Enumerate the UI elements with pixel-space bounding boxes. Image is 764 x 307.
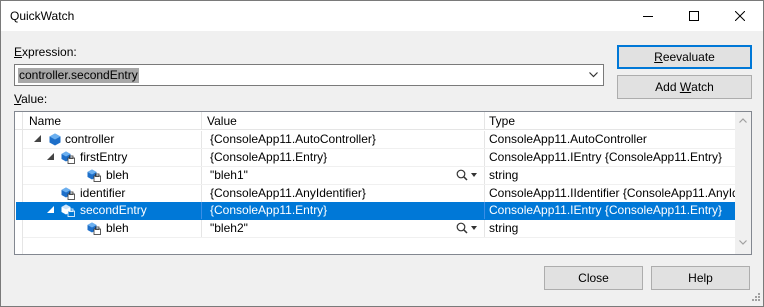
name-cell: controller [23,131,201,148]
value-cell[interactable]: "bleh2" [201,220,484,237]
column-header-type[interactable]: Type [489,112,515,130]
row-divider [23,237,735,238]
add-watch-button[interactable]: Add Watch [617,75,752,99]
private-field-icon [61,204,75,217]
row-header-strip [15,112,23,254]
scroll-down-arrow-icon[interactable] [739,240,747,245]
quickwatch-window: QuickWatch Expression: controller.second… [0,0,764,307]
expression-input[interactable]: controller.secondEntry [18,68,139,83]
expression-label: Expression: [14,45,77,59]
vertical-scrollbar[interactable] [735,112,751,254]
add-watch-accesskey: W [679,80,692,94]
watch-row-bleh-2[interactable]: bleh "bleh2" string [23,220,735,237]
value-label: Value: [14,92,47,106]
expression-label-accesskey: E [14,45,23,59]
title-bar[interactable]: QuickWatch [1,1,763,31]
column-divider[interactable] [201,112,202,130]
expression-combobox[interactable]: controller.secondEntry [14,64,604,86]
private-field-icon [61,187,75,200]
value-label-text: alue: [21,92,48,106]
value-cell[interactable]: {ConsoleApp11.AutoController} [201,131,484,148]
watch-row-secondentry[interactable]: secondEntry {ConsoleApp11.Entry} Console… [16,202,735,220]
add-watch-label-end: atch [691,80,714,94]
minimize-button[interactable] [625,1,671,31]
name-cell: identifier [23,185,201,202]
type-cell: ConsoleApp11.IEntry {ConsoleApp11.Entry} [484,202,735,219]
maximize-button[interactable] [671,1,717,31]
value-cell[interactable]: {ConsoleApp11.Entry} [201,149,484,166]
variable-name: identifier [80,186,126,200]
add-watch-label-start: Add [655,80,680,94]
chevron-down-icon[interactable] [589,72,598,78]
private-field-icon [87,222,101,235]
expand-triangle-icon[interactable] [34,135,41,142]
variable-name: controller [65,132,115,146]
type-cell: ConsoleApp11.AutoController [484,131,735,148]
variable-name: bleh [106,221,129,235]
type-cell: string [484,220,735,237]
help-button[interactable]: Help [651,266,750,290]
value-text: "bleh1" [210,168,248,182]
name-cell: firstEntry [23,149,201,166]
column-header-name[interactable]: Name [29,112,61,130]
type-cell: ConsoleApp11.IEntry {ConsoleApp11.Entry} [484,149,735,166]
scroll-up-arrow-icon[interactable] [739,118,747,123]
watch-row-firstentry[interactable]: firstEntry {ConsoleApp11.Entry} ConsoleA… [23,149,735,166]
name-cell: bleh [23,220,201,237]
type-cell: ConsoleApp11.IIdentifier {ConsoleApp11.A… [484,185,735,202]
value-cell[interactable]: {ConsoleApp11.AnyIdentifier} [201,185,484,202]
name-cell: bleh [23,167,201,184]
expand-triangle-icon[interactable] [47,153,54,160]
resize-grip-icon[interactable] [750,293,760,303]
close-button[interactable]: Close [544,266,643,290]
variable-name: firstEntry [80,150,128,164]
reevaluate-button[interactable]: Reevaluate [617,45,752,69]
reevaluate-accesskey: R [654,50,663,64]
reevaluate-label: eevaluate [662,50,715,64]
expression-label-text: xpression: [22,45,77,59]
minimize-icon [643,16,653,17]
maximize-icon [689,11,699,21]
value-cell[interactable]: {ConsoleApp11.Entry} [201,202,484,219]
private-field-icon [87,169,101,182]
close-icon [735,11,745,21]
variable-name: secondEntry [80,203,147,217]
watch-grid[interactable]: Name Value Type controller {ConsoleApp11… [14,111,752,255]
private-field-icon [61,151,75,164]
grid-header: Name Value Type [15,112,735,130]
value-text: "bleh2" [210,221,248,235]
watch-row-controller[interactable]: controller {ConsoleApp11.AutoController}… [23,131,735,148]
text-visualizer-icon[interactable] [456,169,478,181]
value-cell[interactable]: "bleh1" [201,167,484,184]
column-divider[interactable] [484,112,485,130]
window-title: QuickWatch [10,9,75,23]
watch-row-bleh-1[interactable]: bleh "bleh1" string [23,167,735,184]
type-cell: string [484,167,735,184]
name-cell: secondEntry [23,202,201,219]
column-header-value[interactable]: Value [207,112,237,130]
watch-row-identifier[interactable]: identifier {ConsoleApp11.AnyIdentifier} … [23,185,735,202]
text-visualizer-icon[interactable] [456,222,478,234]
variable-name: bleh [106,168,129,182]
expand-triangle-icon[interactable] [47,206,54,213]
class-object-icon [49,133,61,146]
close-window-button[interactable] [717,1,763,31]
